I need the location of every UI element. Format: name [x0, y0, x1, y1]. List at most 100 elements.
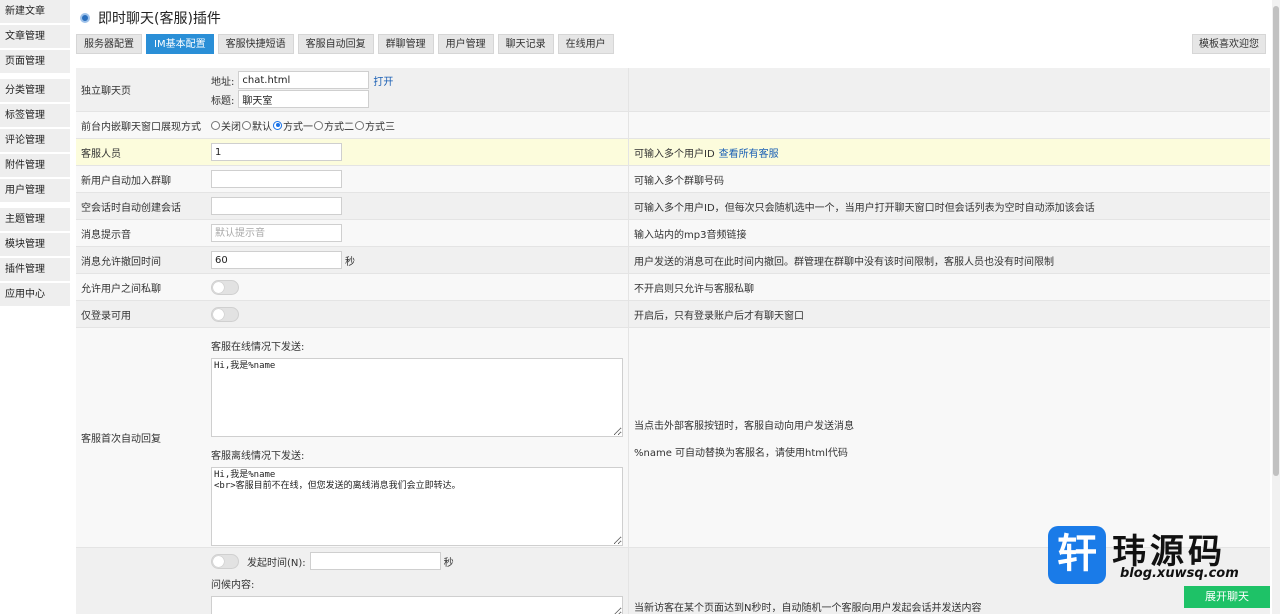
- greeting-time-label: 发起时间(N):: [247, 557, 306, 569]
- row-note: 可输入多个用户ID 查看所有客服: [628, 139, 1270, 165]
- address-input[interactable]: [238, 71, 370, 89]
- sidebar-group-content: 新建文章 文章管理 页面管理: [0, 0, 70, 73]
- sidebar-item-articles[interactable]: 文章管理: [0, 25, 70, 48]
- row-note: 开启后，只有登录账户后才有聊天窗口: [628, 301, 1270, 327]
- row-field: [206, 139, 628, 165]
- sidebar-item-new-article[interactable]: 新建文章: [0, 0, 70, 23]
- radio-circle-icon: [211, 120, 220, 130]
- auto-reply-note: 当点击外部客服按钮时，客服自动向用户发送消息: [634, 420, 854, 432]
- recall-time-input[interactable]: [211, 251, 342, 269]
- radio-label: 方式三: [365, 121, 395, 133]
- sidebar-item-users[interactable]: 用户管理: [0, 179, 70, 202]
- greeting-toggle[interactable]: [211, 553, 239, 569]
- sidebar-group-system: 主题管理 模块管理 插件管理 应用中心: [0, 208, 70, 306]
- title-input[interactable]: [238, 90, 370, 108]
- staff-note: 可输入多个用户ID: [634, 148, 715, 160]
- radio-mode-3[interactable]: 方式三: [355, 118, 395, 133]
- row-field: [206, 193, 628, 219]
- row-note: [628, 112, 1270, 138]
- row-label: 消息允许撤回时间: [81, 256, 161, 268]
- title-bullet-icon: [80, 13, 90, 23]
- row-login-only: 仅登录可用 开启后，只有登录账户后才有聊天窗口: [76, 301, 1270, 328]
- notification-sound-input[interactable]: [211, 224, 342, 242]
- row-field: [206, 274, 628, 300]
- sidebar-item-themes[interactable]: 主题管理: [0, 208, 70, 231]
- row-auto-join-group: 新用户自动加入群聊 可输入多个群聊号码: [76, 166, 1270, 193]
- row-field: [206, 166, 628, 192]
- expand-chat-button[interactable]: 展开聊天: [1184, 586, 1270, 608]
- tab-online-users[interactable]: 在线用户: [557, 34, 614, 54]
- online-reply-textarea[interactable]: Hi,我是%name: [211, 358, 623, 437]
- radio-circle-icon: [314, 120, 323, 130]
- row-label: [76, 548, 206, 614]
- sidebar-item-categories[interactable]: 分类管理: [0, 79, 70, 102]
- address-label: 地址:: [211, 76, 235, 88]
- title-label: 标题:: [211, 95, 235, 107]
- view-all-staff-link[interactable]: 查看所有客服: [719, 145, 779, 160]
- online-reply-label: 客服在线情况下发送:: [211, 342, 305, 353]
- radio-default[interactable]: 默认: [242, 118, 272, 133]
- row-staff: 客服人员 可输入多个用户ID 查看所有客服: [76, 139, 1270, 166]
- tab-server-config[interactable]: 服务器配置: [76, 34, 142, 54]
- page-scrollbar[interactable]: [1272, 0, 1280, 614]
- row-label: 前台内嵌聊天窗口展现方式: [81, 121, 201, 133]
- watermark-glyph-icon: 轩: [1048, 526, 1106, 584]
- offline-reply-label: 客服离线情况下发送:: [211, 451, 305, 462]
- sidebar-item-pages[interactable]: 页面管理: [0, 50, 70, 73]
- greeting-content-textarea[interactable]: [211, 596, 623, 614]
- radio-mode-1[interactable]: 方式一: [273, 118, 313, 133]
- private-chat-toggle[interactable]: [211, 279, 239, 295]
- page-header: 即时聊天(客服)插件: [80, 8, 221, 28]
- row-field: [206, 220, 628, 246]
- tab-bar: 服务器配置 IM基本配置 客服快捷短语 客服自动回复 群聊管理 用户管理 聊天记…: [76, 34, 614, 54]
- radio-label: 方式二: [324, 121, 354, 133]
- sidebar-item-modules[interactable]: 模块管理: [0, 233, 70, 256]
- row-auto-create-session: 空会话时自动创建会话 可输入多个用户ID，但每次只会随机选中一个，当用户打开聊天…: [76, 193, 1270, 220]
- sidebar-item-attachments[interactable]: 附件管理: [0, 154, 70, 177]
- radio-mode-2[interactable]: 方式二: [314, 118, 354, 133]
- seconds-suffix: 秒: [345, 256, 355, 268]
- sidebar-item-app-center[interactable]: 应用中心: [0, 283, 70, 306]
- tab-chat-history[interactable]: 聊天记录: [497, 34, 554, 54]
- row-recall-time: 消息允许撤回时间 秒 用户发送的消息可在此时间内撤回。群管理在群聊中没有该时间限…: [76, 247, 1270, 274]
- staff-ids-input[interactable]: [211, 143, 342, 161]
- sidebar-group-manage: 分类管理 标签管理 评论管理 附件管理 用户管理: [0, 79, 70, 202]
- greeting-time-input[interactable]: [309, 552, 441, 570]
- row-note: 用户发送的消息可在此时间内撤回。群管理在群聊中没有该时间限制，客服人员也没有时间…: [628, 247, 1270, 273]
- row-note: 不开启则只允许与客服私聊: [628, 274, 1270, 300]
- page-title: 即时聊天(客服)插件: [98, 11, 221, 27]
- open-link[interactable]: 打开: [373, 73, 393, 88]
- tab-auto-reply[interactable]: 客服自动回复: [297, 34, 374, 54]
- row-note: 当点击外部客服按钮时，客服自动向用户发送消息 %name 可自动替换为客服名，请…: [628, 328, 1270, 547]
- seconds-suffix: 秒: [443, 557, 454, 569]
- row-embed-mode: 前台内嵌聊天窗口展现方式 关闭 默认 方式一 方式二 方式三: [76, 112, 1270, 139]
- sidebar-item-plugins[interactable]: 插件管理: [0, 258, 70, 281]
- row-label: 仅登录可用: [81, 310, 131, 322]
- sidebar-item-tags[interactable]: 标签管理: [0, 104, 70, 127]
- row-note: [628, 68, 1270, 111]
- row-note: 可输入多个群聊号码: [628, 166, 1270, 192]
- scrollbar-thumb[interactable]: [1273, 6, 1279, 476]
- auto-create-session-input[interactable]: [211, 197, 342, 215]
- tab-quick-phrases[interactable]: 客服快捷短语: [217, 34, 294, 54]
- tab-user-management[interactable]: 用户管理: [437, 34, 494, 54]
- row-field: 地址: 打开 标题:: [206, 68, 628, 111]
- row-label: 允许用户之间私聊: [81, 283, 161, 295]
- row-note: 输入站内的mp3音频链接: [628, 220, 1270, 246]
- row-note: 可输入多个用户ID，但每次只会随机选中一个，当用户打开聊天窗口时但会话列表为空时…: [628, 193, 1270, 219]
- row-field: 秒: [206, 247, 628, 273]
- login-only-toggle[interactable]: [211, 306, 239, 322]
- sidebar-item-comments[interactable]: 评论管理: [0, 129, 70, 152]
- row-label: 空会话时自动创建会话: [81, 202, 181, 214]
- tab-group-chat[interactable]: 群聊管理: [377, 34, 434, 54]
- tab-im-basic-config[interactable]: IM基本配置: [146, 34, 214, 54]
- auto-join-group-input[interactable]: [211, 170, 342, 188]
- watermark-url: blog.xuwsq.com: [1120, 566, 1239, 581]
- radio-circle-icon: [242, 120, 251, 130]
- offline-reply-textarea[interactable]: Hi,我是%name <br>客服目前不在线，但您发送的离线消息我们会立即转达。: [211, 467, 623, 546]
- radio-label: 默认: [252, 121, 272, 133]
- template-welcome-button[interactable]: 模板喜欢迎您: [1192, 34, 1266, 54]
- embed-mode-radio-group: 关闭 默认 方式一 方式二 方式三: [211, 118, 396, 133]
- main-content: 即时聊天(客服)插件 服务器配置 IM基本配置 客服快捷短语 客服自动回复 群聊…: [76, 0, 1270, 614]
- radio-off[interactable]: 关闭: [211, 118, 241, 133]
